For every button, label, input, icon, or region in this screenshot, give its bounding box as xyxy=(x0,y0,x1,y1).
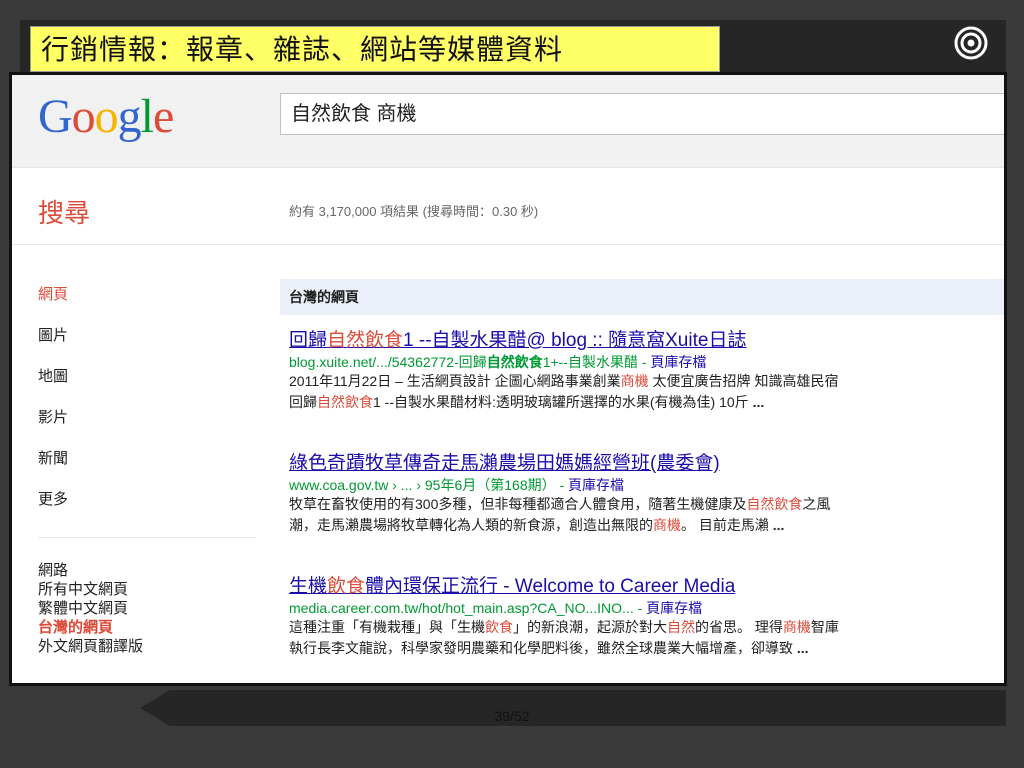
snippet-segment: 的省思。 理得 xyxy=(695,619,783,635)
search-label: 搜尋 xyxy=(38,198,91,228)
nav-item[interactable]: 影片 xyxy=(38,408,258,449)
nav-item[interactable]: 圖片 xyxy=(38,326,258,367)
page-number: 39/52 xyxy=(494,708,530,724)
result-title-link[interactable]: 生機飲食體內環保正流行 - Welcome to Career Media xyxy=(289,575,1004,599)
section-header: 台灣的網頁 xyxy=(280,279,1004,315)
url-segment: 自然飲食 xyxy=(486,354,543,370)
nav-divider xyxy=(38,537,256,538)
search-tool-item[interactable]: 繁體中文網頁 xyxy=(38,599,143,618)
snippet-line: 牧草在畜牧使用的有300多種，但非每種都適合人體食用，隨著生機健康及自然飲食之風 xyxy=(289,494,1004,515)
snippet-segment: 商機 xyxy=(620,373,649,389)
snippet-segment: 這種注重「有機栽種」與「生機 xyxy=(289,619,485,635)
nav-item[interactable]: 新聞 xyxy=(38,449,258,490)
logo-letter: l xyxy=(140,90,154,143)
result-title-link[interactable]: 綠色奇蹟牧草傳奇走馬瀨農場田媽媽經營班(農委會) xyxy=(289,452,1004,476)
search-tools: 網路 所有中文網頁 繁體中文網頁 台灣的網頁 外文網頁翻譯版 xyxy=(38,561,143,656)
snippet-segment: 智庫 xyxy=(810,619,839,635)
result-item: 綠色奇蹟牧草傳奇走馬瀨農場田媽媽經營班(農委會) www.coa.gov.tw ›… xyxy=(289,452,1004,575)
swirl-logo-icon xyxy=(954,26,988,60)
url-segment: media.career.com.tw/hot/hot_main.asp?CA_… xyxy=(289,600,647,616)
logo-letter: G xyxy=(38,90,73,143)
search-tool-item[interactable]: 台灣的網頁 xyxy=(38,618,143,637)
title-segment: 綠色奇蹟牧草傳奇走馬瀨農場田媽媽經營班(農委會) xyxy=(289,453,720,474)
url-segment: blog.xuite.net/.../54362772-回歸 xyxy=(289,354,487,370)
search-tool-item: 網路 xyxy=(38,562,69,579)
snippet-segment: 飲食 xyxy=(485,619,513,635)
result-url: www.coa.gov.tw › ... › 95年6月（第168期） - 頁庫… xyxy=(289,476,1004,494)
slide-title: 行銷情報：報章、雜誌、網站等媒體資料 xyxy=(30,26,720,72)
snippet-segment: 商機 xyxy=(782,619,811,635)
snippet-segment: 自然飲食 xyxy=(746,496,803,512)
snippet-segment: ... xyxy=(772,517,785,533)
snippet-segment: ... xyxy=(752,394,765,410)
nav-item[interactable]: 地圖 xyxy=(38,367,258,408)
snippet-line: 執行長李文龍說，科學家發明農藥和化學肥料後，雖然全球農業大幅增產，卻導致 ... xyxy=(289,638,1004,659)
cached-link[interactable]: 頁庫存檔 xyxy=(650,354,706,370)
snippet-line: 回歸自然飲食1 --自製水果醋材料:透明玻璃罐所選擇的水果(有機為佳) 10斤 … xyxy=(289,392,1004,413)
snippet-segment: 牧草在畜牧使用的有300多種，但非每種都適合人體食用，隨著生機健康及 xyxy=(289,496,747,512)
google-results-page: Google 自然飲食 商機 搜尋 約有 3,170,000 項結果 (搜尋時間… xyxy=(12,75,1004,683)
snippet-segment: 自然 xyxy=(667,619,695,635)
search-tool-item[interactable]: 外文網頁翻譯版 xyxy=(38,637,143,656)
title-segment: 體內環保正流行 - Welcome to Career Media xyxy=(365,576,736,597)
result-url: media.career.com.tw/hot/hot_main.asp?CA_… xyxy=(289,599,1004,617)
title-segment: 回歸 xyxy=(289,330,328,351)
snippet-line: 潮，走馬瀨農場將牧草轉化為人類的新食源，創造出無限的商機。 目前走馬瀨 ... xyxy=(289,515,1004,536)
snippet-segment: 自然飲食 xyxy=(317,394,373,410)
snippet-segment: 潮，走馬瀨農場將牧草轉化為人類的新食源，創造出無限的 xyxy=(289,517,653,533)
header-divider xyxy=(12,244,1004,245)
search-tool-item[interactable]: 所有中文網頁 xyxy=(38,580,143,599)
snippet-segment: 商機 xyxy=(653,517,681,533)
google-logo[interactable]: Google xyxy=(38,89,174,144)
results-list: 回歸自然飲食1 --自製水果醋@ blog :: 隨意窩Xuite日誌 blog.… xyxy=(289,329,1004,683)
snippet-line: 這種注重「有機栽種」與「生機飲食」的新浪潮，起源於對大自然的省思。 理得商機智庫 xyxy=(289,617,1004,638)
result-snippet: 牧草在畜牧使用的有300多種，但非每種都適合人體食用，隨著生機健康及自然飲食之風… xyxy=(289,494,1004,536)
title-segment: 自然飲食 xyxy=(327,330,404,351)
snippet-segment: 。 目前走馬瀨 xyxy=(681,517,773,533)
search-input[interactable]: 自然飲食 商機 xyxy=(280,93,1004,135)
snippet-segment: 2011年11月22日 – 生活網頁設計 企圖心網路事業創業 xyxy=(289,373,621,389)
snippet-segment: 回歸 xyxy=(289,394,317,410)
snippet-segment: 」的新浪潮，起源於對大 xyxy=(513,619,667,635)
nav-item[interactable]: 網頁 xyxy=(38,285,258,326)
nav-item[interactable]: 更多 xyxy=(38,490,258,531)
logo-letter: e xyxy=(153,90,174,143)
logo-letter: o xyxy=(94,90,119,143)
snippet-segment: 太便宜廣告招牌 知識高雄民宿 xyxy=(648,373,839,389)
url-segment: www.coa.gov.tw › ... › 95年6月（第168期） - xyxy=(289,477,569,493)
logo-letter: o xyxy=(71,90,96,143)
snippet-segment: 之風 xyxy=(802,496,831,512)
title-segment: 1 --自製水果醋@ blog :: 隨意窩Xuite日誌 xyxy=(403,330,747,351)
snippet-segment: ... xyxy=(796,640,809,656)
result-item: 生機飲食體內環保正流行 - Welcome to Career Media med… xyxy=(289,575,1004,683)
result-snippet: 2011年11月22日 – 生活網頁設計 企圖心網路事業創業商機 太便宜廣告招牌… xyxy=(289,371,1004,413)
logo-letter: g xyxy=(117,90,142,143)
result-title-link[interactable]: 回歸自然飲食1 --自製水果醋@ blog :: 隨意窩Xuite日誌 xyxy=(289,329,1004,353)
title-segment: 飲食 xyxy=(327,576,366,597)
google-header: Google 自然飲食 商機 xyxy=(12,75,1004,168)
left-nav: 網頁 圖片 地圖 影片 新聞 更多 網路 所有中文網頁 繁體中文網頁 台灣的網頁 外文網頁翻譯版 xyxy=(38,285,258,655)
result-item: 回歸自然飲食1 --自製水果醋@ blog :: 隨意窩Xuite日誌 blog.… xyxy=(289,329,1004,452)
result-url: blog.xuite.net/.../54362772-回歸自然飲食1+--自製… xyxy=(289,353,1004,371)
result-stats: 約有 3,170,000 項結果 (搜尋時間：0.30 秒) xyxy=(289,204,539,219)
cached-link[interactable]: 頁庫存檔 xyxy=(646,600,702,616)
result-snippet: 這種注重「有機栽種」與「生機飲食」的新浪潮，起源於對大自然的省思。 理得商機智庫… xyxy=(289,617,1004,659)
screenshot-frame: Google 自然飲食 商機 搜尋 約有 3,170,000 項結果 (搜尋時間… xyxy=(9,72,1007,686)
snippet-line: 2011年11月22日 – 生活網頁設計 企圖心網路事業創業商機 太便宜廣告招牌… xyxy=(289,371,1004,392)
cached-link[interactable]: 頁庫存檔 xyxy=(568,477,624,493)
snippet-segment: 執行長李文龍說，科學家發明農藥和化學肥料後，雖然全球農業大幅增產，卻導致 xyxy=(289,640,797,656)
snippet-segment: 1 --自製水果醋材料:透明玻璃罐所選擇的水果(有機為佳) 10斤 xyxy=(373,394,753,410)
url-segment: 1+--自製水果醋 - xyxy=(542,354,651,370)
title-segment: 生機 xyxy=(289,576,328,597)
